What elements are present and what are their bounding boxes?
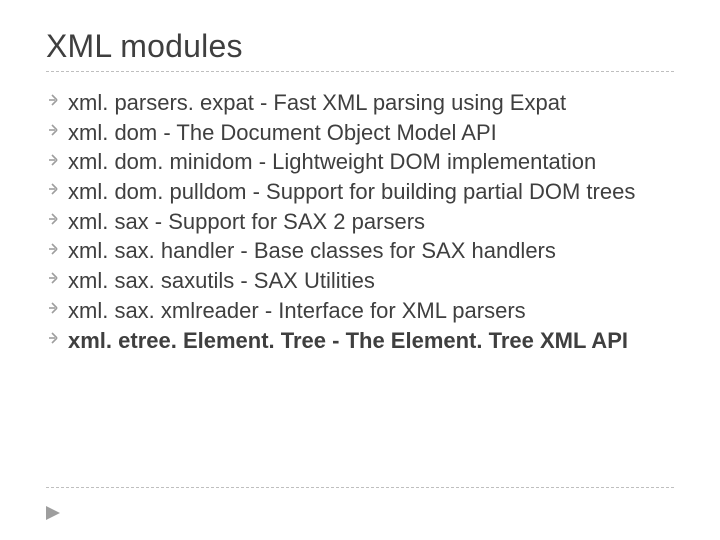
list-item-text: xml. dom. minidom - Lightweight DOM impl…: [68, 149, 596, 174]
list-item-text: xml. etree. Element. Tree - The Element.…: [68, 328, 628, 353]
bullet-icon: [46, 154, 58, 166]
bullet-list: xml. parsers. expat - Fast XML parsing u…: [46, 88, 674, 355]
play-icon: [46, 506, 60, 520]
title-divider: [46, 71, 674, 72]
list-item: xml. parsers. expat - Fast XML parsing u…: [46, 88, 674, 118]
bullet-icon: [46, 272, 58, 284]
bullet-icon: [46, 332, 58, 344]
list-item: xml. dom. minidom - Lightweight DOM impl…: [46, 147, 674, 177]
list-item-text: xml. dom - The Document Object Model API: [68, 120, 497, 145]
footer-divider: [46, 487, 674, 488]
list-item: xml. etree. Element. Tree - The Element.…: [46, 326, 674, 356]
bullet-icon: [46, 243, 58, 255]
list-item: xml. sax. saxutils - SAX Utilities: [46, 266, 674, 296]
list-item-text: xml. sax. handler - Base classes for SAX…: [68, 238, 556, 263]
list-item-text: xml. parsers. expat - Fast XML parsing u…: [68, 90, 566, 115]
list-item-text: xml. sax - Support for SAX 2 parsers: [68, 209, 425, 234]
slide-title: XML modules: [46, 28, 674, 65]
slide: XML modules xml. parsers. expat - Fast X…: [0, 0, 720, 540]
list-item-text: xml. dom. pulldom - Support for building…: [68, 179, 635, 204]
bullet-icon: [46, 183, 58, 195]
bullet-icon: [46, 124, 58, 136]
list-item: xml. sax. xmlreader - Interface for XML …: [46, 296, 674, 326]
list-item: xml. dom - The Document Object Model API: [46, 118, 674, 148]
bullet-icon: [46, 302, 58, 314]
bullet-icon: [46, 213, 58, 225]
list-item: xml. dom. pulldom - Support for building…: [46, 177, 674, 207]
list-item-text: xml. sax. xmlreader - Interface for XML …: [68, 298, 526, 323]
bullet-icon: [46, 94, 58, 106]
list-item-text: xml. sax. saxutils - SAX Utilities: [68, 268, 375, 293]
list-item: xml. sax. handler - Base classes for SAX…: [46, 236, 674, 266]
list-item: xml. sax - Support for SAX 2 parsers: [46, 207, 674, 237]
